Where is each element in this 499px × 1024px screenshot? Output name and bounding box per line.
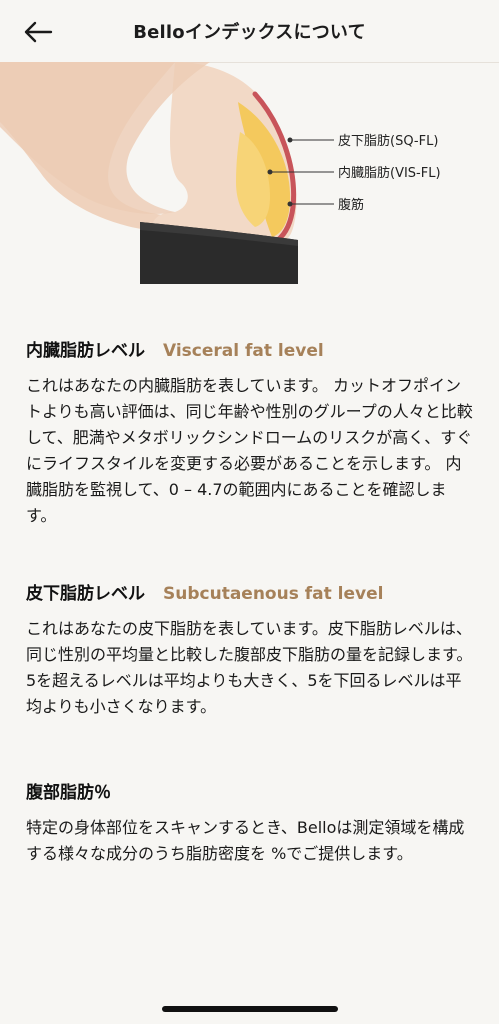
section-title-jp: 皮下脂肪レベル xyxy=(26,584,145,604)
top-bar: Belloインデックスについて xyxy=(0,0,499,63)
label-abdominal-muscle: 腹筋 xyxy=(338,197,364,213)
arrow-left-icon xyxy=(24,21,53,43)
abdominal-fat-section: 腹部脂肪％ 特定の身体部位をスキャンするとき、Belloは測定領域を構成する様々… xyxy=(26,778,476,867)
section-title-en: Visceral fat level xyxy=(163,341,324,361)
label-subcutaneous-fat: 皮下脂肪(SQ-FL) xyxy=(338,133,438,149)
section-title-en: Subcutaenous fat level xyxy=(163,584,384,604)
section-body: これはあなたの皮下脂肪を表しています。皮下脂肪レベルは、同じ性別の平均量と比較し… xyxy=(26,619,473,716)
abdomen-illustration: 皮下脂肪(SQ-FL) 内臓脂肪(VIS-FL) 腹筋 xyxy=(0,62,441,284)
page-title: Belloインデックスについて xyxy=(133,22,366,43)
home-indicator[interactable] xyxy=(162,1006,338,1012)
section-title-jp: 内臓脂肪レベル xyxy=(26,341,145,361)
section-title-jp: 腹部脂肪％ xyxy=(26,783,111,803)
label-visceral-fat: 内臓脂肪(VIS-FL) xyxy=(338,165,441,181)
back-button[interactable] xyxy=(18,18,58,46)
section-body: 特定の身体部位をスキャンするとき、Belloは測定領域を構成する様々な成分のうち… xyxy=(26,818,465,863)
section-body: これはあなたの内臓脂肪を表しています。 カットオフポイントよりも高い評価は、同じ… xyxy=(26,376,473,525)
subcutaneous-fat-section: 皮下脂肪レベル Subcutaenous fat level これはあなたの皮下… xyxy=(26,579,476,720)
visceral-fat-section: 内臓脂肪レベル Visceral fat level これはあなたの内臓脂肪を表… xyxy=(26,336,476,529)
